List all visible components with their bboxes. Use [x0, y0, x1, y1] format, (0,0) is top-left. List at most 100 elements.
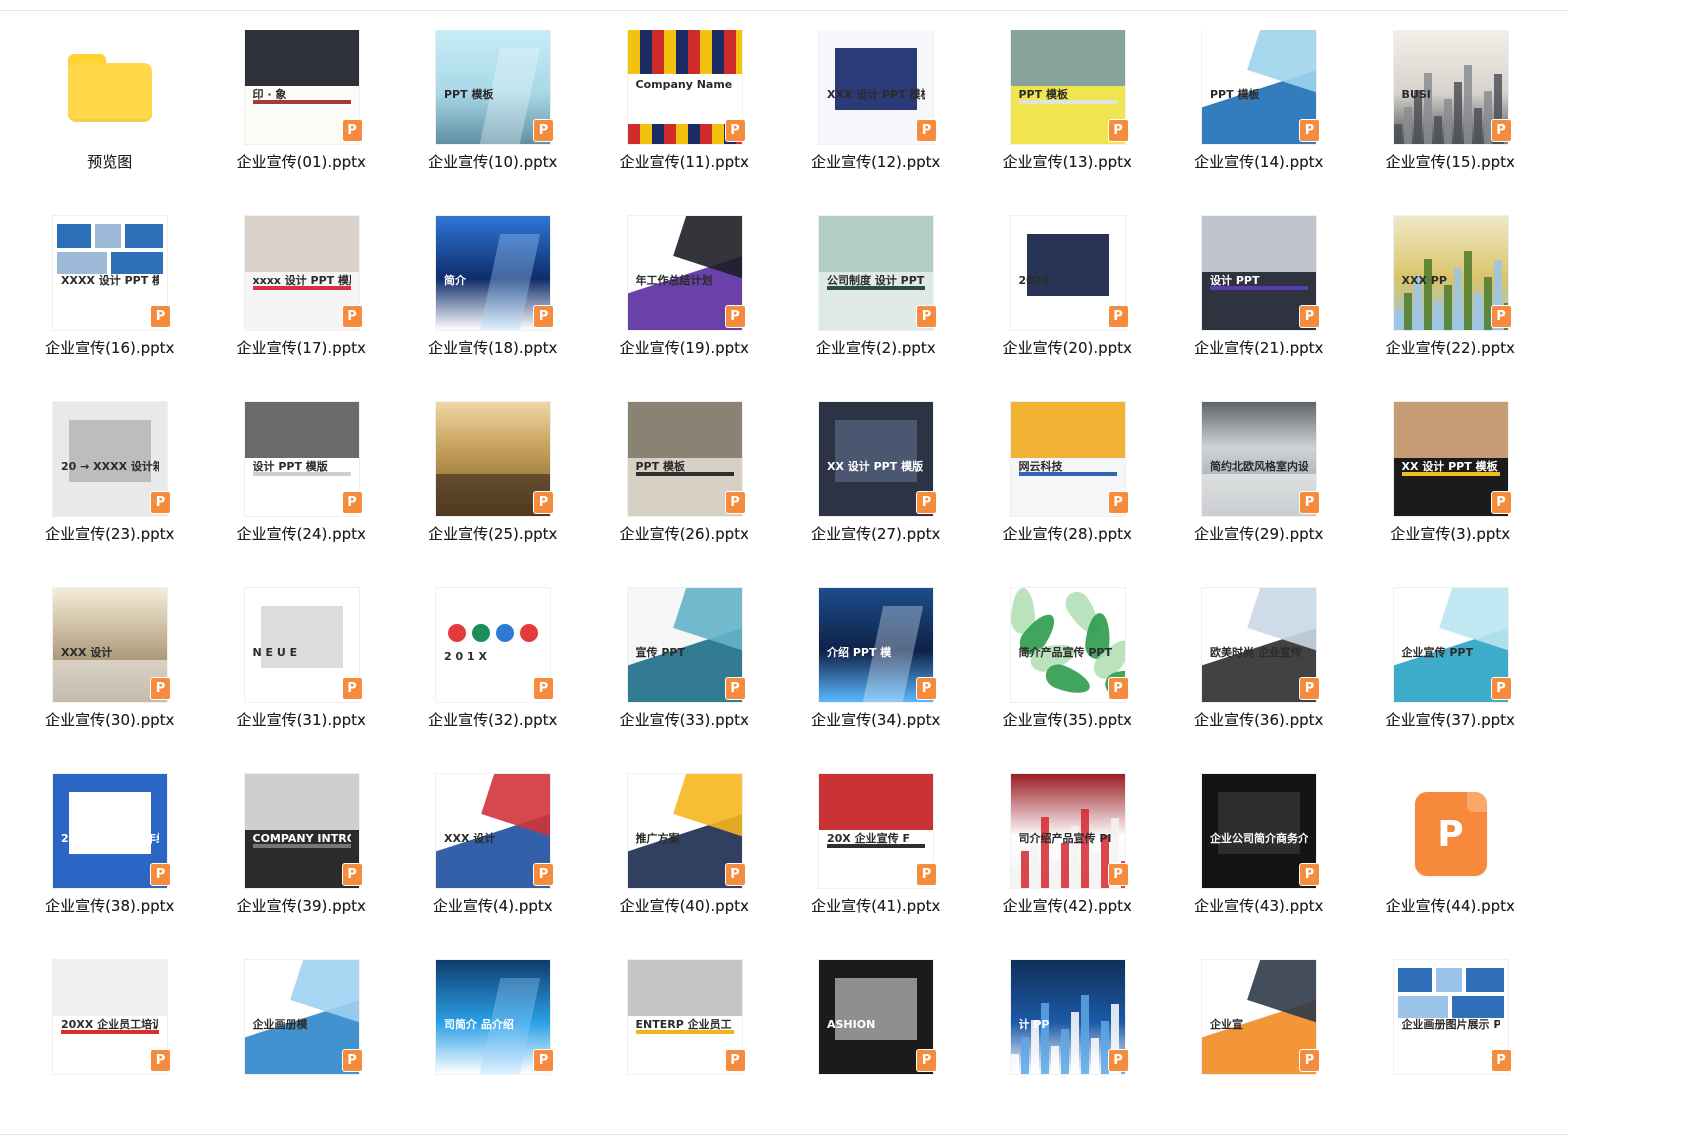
ppt-badge-icon: P	[1491, 1050, 1511, 1071]
file-item[interactable]: PPT 模板 P 企业宣传(26).pptx	[589, 402, 781, 588]
pptx-thumbnail: ENTERP 企业员工	[627, 960, 742, 1074]
thumb-title: 20XX 工作总结·年终汇报模板	[61, 832, 159, 845]
file-item[interactable]: 2 0 1 X P 企业宣传(32).pptx	[397, 588, 589, 774]
file-item[interactable]: 企业公司简介商务介绍 P 企业宣传(43).pptx	[1163, 774, 1355, 960]
file-item[interactable]: 简介产品宣传 PPT P 企业宣传(35).pptx	[972, 588, 1164, 774]
file-name-label: 企业宣传(13).pptx	[1002, 153, 1132, 171]
thumb-title: XXX 设计	[444, 832, 496, 845]
file-grid: 预览图 印 · 象 P 企业宣传(01).pptx PPT 模板 P 企业宣传(10).pp…	[14, 30, 1574, 1134]
file-item[interactable]: XXXX 设计 PPT 模 P 企业宣传(16).pptx	[14, 216, 206, 402]
thumb-stripe	[687, 30, 700, 74]
file-item[interactable]: 介绍 PPT 模 P 企业宣传(34).pptx	[780, 588, 972, 774]
file-item[interactable]: COMPANY INTRODUCTION 企业宣传 PPT 模 P 企业宣传(39)…	[206, 774, 398, 960]
file-item[interactable]: XXX 设计 P 企业宣传(4).pptx	[397, 774, 589, 960]
thumb-building	[1010, 1054, 1019, 1074]
file-item[interactable]: 年工作总结计划 P 企业宣传(19).pptx	[589, 216, 781, 402]
file-item[interactable]: XX 设计 PPT 模版 P 企业宣传(27).pptx	[780, 402, 972, 588]
file-item[interactable]: XXX PP P 企业宣传(22).pptx	[1355, 216, 1547, 402]
pptx-thumbnail: 企业画册模	[244, 960, 359, 1074]
file-item[interactable]: P 企业宣传(44).pptx	[1355, 774, 1547, 960]
file-name-label: 企业宣传(41).pptx	[811, 897, 941, 915]
thumb-building	[1020, 851, 1029, 888]
file-item[interactable]: PPT 模板 P 企业宣传(13).pptx	[972, 30, 1164, 216]
thumb-building	[1443, 99, 1452, 144]
folder-item[interactable]: 预览图	[14, 30, 206, 216]
file-item[interactable]: 司简介 品介绍 P	[397, 960, 589, 1134]
thumb-band	[244, 216, 359, 272]
file-item[interactable]: BUSI P 企业宣传(15).pptx	[1355, 30, 1547, 216]
pptx-thumbnail: 介绍 PPT 模	[819, 588, 933, 702]
file-name-label: 企业宣传(2).pptx	[815, 339, 936, 357]
file-item[interactable]: 网云科技 P 企业宣传(28).pptx	[972, 402, 1164, 588]
thumb-title: 年工作总结计划	[635, 274, 713, 287]
thumb-stripe	[699, 124, 712, 144]
file-item[interactable]: ASHION P	[780, 960, 972, 1134]
thumb-title: XX 设计 PPT 模版	[827, 460, 924, 473]
ppt-badge-icon: P	[534, 864, 553, 885]
file-item[interactable]: xxxx 设计 PPT 模版 P 企业宣传(17).pptx	[206, 216, 398, 402]
file-item[interactable]: 司介绍产品宣传 PI P 企业宣传(42).pptx	[972, 774, 1164, 960]
ppt-badge-icon: P	[725, 120, 745, 141]
file-item[interactable]: 企业宣传 PPT P 企业宣传(37).pptx	[1355, 588, 1547, 774]
file-item[interactable]: 20XX 企业员工培训 P	[14, 960, 206, 1134]
ppt-badge-icon: P	[917, 864, 936, 885]
file-item[interactable]: PPT 模板 P 企业宣传(14).pptx	[1163, 30, 1355, 216]
file-item[interactable]: 20 → XXXX 设计箱商 PP P 企业宣传(23).pptx	[14, 402, 206, 588]
file-item[interactable]: 简约北欧风格室内设计 P 企业宣传(29).pptx	[1163, 402, 1355, 588]
ppt-badge-icon: P	[725, 678, 745, 699]
file-name-label: 企业宣传(21).pptx	[1194, 339, 1324, 357]
ppt-badge-icon: P	[1108, 1050, 1128, 1071]
file-item[interactable]: 印 · 象 P 企业宣传(01).pptx	[206, 30, 398, 216]
pptx-thumbnail: 司介绍产品宣传 PI	[1010, 774, 1125, 888]
file-item[interactable]: XXX 设计 PPT 模板 P 企业宣传(12).pptx	[780, 30, 972, 216]
file-item[interactable]: ENTERP 企业员工 P	[589, 960, 781, 1134]
file-item[interactable]: 宣传 PPT P 企业宣传(33).pptx	[589, 588, 781, 774]
file-item[interactable]: 推广方案 P 企业宣传(40).pptx	[589, 774, 781, 960]
thumb-title: 欧美时尚 企业宣传	[1210, 646, 1302, 659]
pptx-thumbnail: 20XX 工作总结·年终汇报模板	[53, 774, 167, 888]
thumb-building	[1020, 1037, 1029, 1074]
pptx-thumbnail: COMPANY INTRODUCTION 企业宣传 PPT 模	[244, 774, 359, 888]
file-name-label: 企业宣传(34).pptx	[811, 711, 941, 729]
pptx-thumbnail: 简约北欧风格室内设计	[1202, 402, 1316, 516]
file-item[interactable]: 设计 PPT P 企业宣传(21).pptx	[1163, 216, 1355, 402]
file-item[interactable]: XX 设计 PPT 模板 P 企业宣传(3).pptx	[1355, 402, 1547, 588]
thumb-title: 企业公司简介商务介绍	[1210, 832, 1308, 845]
ppt-badge-icon: P	[342, 306, 362, 327]
file-item[interactable]: 20XX 工作总结·年终汇报模板 P 企业宣传(38).pptx	[14, 774, 206, 960]
file-name-label: 企业宣传(25).pptx	[428, 525, 558, 543]
thumb-stripe	[711, 30, 724, 74]
file-item[interactable]: 公司制度 设计 PPT 模版 P 企业宣传(2).pptx	[780, 216, 972, 402]
thumb-title: COMPANY INTRODUCTION 企业宣传 PPT 模	[252, 832, 351, 845]
file-name-label: 企业宣传(24).pptx	[236, 525, 366, 543]
file-item[interactable]: 计 PP P	[972, 960, 1164, 1134]
thumb-floor	[436, 474, 550, 516]
file-name-label: 企业宣传(36).pptx	[1194, 711, 1324, 729]
file-item[interactable]: PPT 模板 P 企业宣传(10).pptx	[397, 30, 589, 216]
file-item[interactable]: 设计 PPT 模版 P 企业宣传(24).pptx	[206, 402, 398, 588]
file-item[interactable]: N E U E P 企业宣传(31).pptx	[206, 588, 398, 774]
file-item[interactable]: P 企业宣传(25).pptx	[397, 402, 589, 588]
ppt-badge-icon: P	[1108, 864, 1128, 885]
file-name-label: 企业宣传(15).pptx	[1385, 153, 1515, 171]
thumb-band	[244, 774, 359, 830]
ppt-badge-icon: P	[917, 120, 936, 141]
thumb-building	[1403, 293, 1412, 330]
file-item[interactable]: 企业宣 P	[1163, 960, 1355, 1134]
file-item[interactable]: 企业画册模 P	[206, 960, 398, 1134]
ppt-badge-icon: P	[534, 678, 553, 699]
thumb-stripe	[627, 124, 640, 144]
ppt-badge-icon: P	[1108, 306, 1128, 327]
file-item[interactable]: 简介 P 企业宣传(18).pptx	[397, 216, 589, 402]
file-item[interactable]: 20X 企业宣传 F P 企业宣传(41).pptx	[780, 774, 972, 960]
file-name-label: 企业宣传(19).pptx	[619, 339, 749, 357]
file-item[interactable]: 欧美时尚 企业宣传 P 企业宣传(36).pptx	[1163, 588, 1355, 774]
file-item[interactable]: Company Name P 企业宣传(11).pptx	[589, 30, 781, 216]
file-item[interactable]: 2020 P 企业宣传(20).pptx	[972, 216, 1164, 402]
thumb-title: ENTERP 企业员工	[635, 1018, 732, 1031]
file-item[interactable]: 企业画册图片展示 PPT P	[1355, 960, 1547, 1134]
file-name-label: 企业宣传(28).pptx	[1002, 525, 1132, 543]
ppt-badge-icon: P	[151, 306, 170, 327]
ppt-badge-icon: P	[1108, 492, 1128, 513]
file-item[interactable]: XXX 设计 P 企业宣传(30).pptx	[14, 588, 206, 774]
